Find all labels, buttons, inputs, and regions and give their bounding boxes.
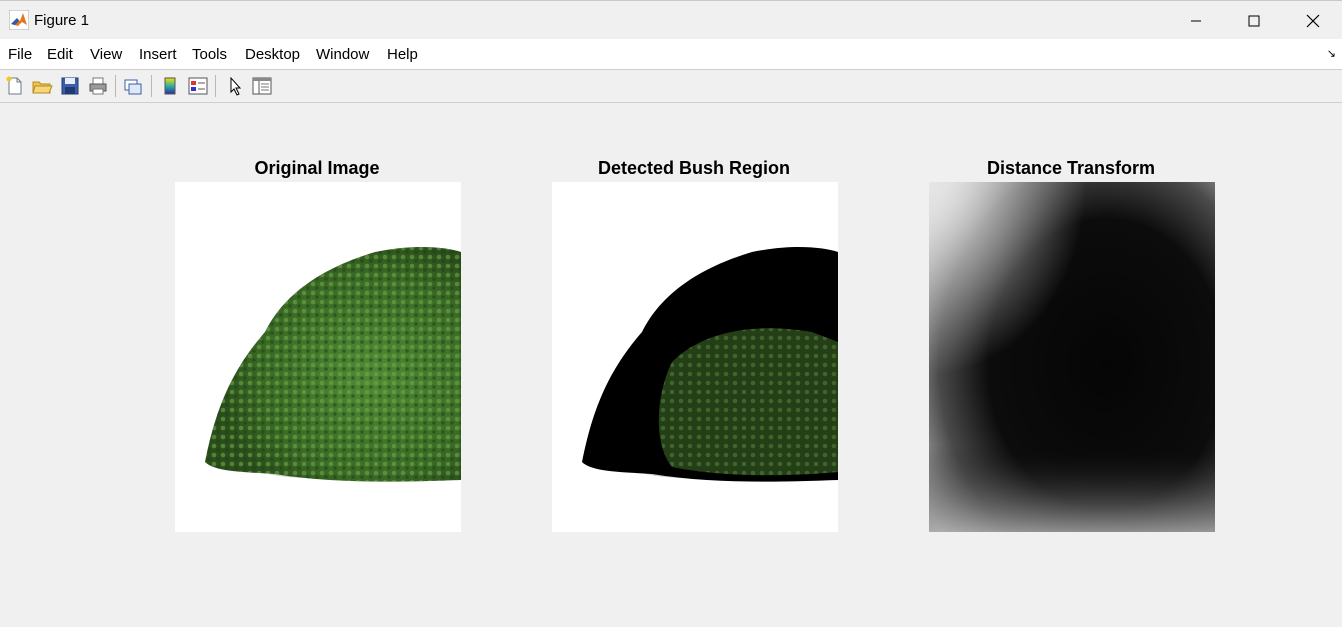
minimize-icon xyxy=(1191,20,1201,21)
axes-title-original: Original Image xyxy=(254,158,380,178)
axes-title-distance: Distance Transform xyxy=(986,158,1156,178)
original-image xyxy=(175,182,461,532)
dock-figure-icon[interactable]: ↘ xyxy=(1327,47,1336,60)
menu-help[interactable]: Help xyxy=(387,46,418,63)
toolbar-separator xyxy=(115,75,116,97)
property-inspector-icon[interactable] xyxy=(251,75,273,97)
menu-bar: File Edit View Insert Tools Desktop Wind… xyxy=(0,39,1342,70)
insert-legend-icon[interactable] xyxy=(187,75,209,97)
insert-colorbar-icon[interactable] xyxy=(159,75,181,97)
menu-view[interactable]: View xyxy=(90,46,122,63)
close-icon xyxy=(1306,14,1320,27)
menu-window[interactable]: Window xyxy=(316,46,369,63)
toolbar-separator xyxy=(151,75,152,97)
print-icon[interactable] xyxy=(87,75,109,97)
menu-edit[interactable]: Edit xyxy=(47,46,73,63)
menu-insert[interactable]: Insert xyxy=(139,46,177,63)
figure-toolbar xyxy=(0,70,1342,103)
menu-tools[interactable]: Tools xyxy=(192,46,227,63)
detected-bush-image xyxy=(552,182,838,532)
menu-file[interactable]: File xyxy=(8,46,32,63)
link-plot-icon[interactable] xyxy=(122,75,144,97)
matlab-logo-icon xyxy=(9,10,29,30)
edit-plot-icon[interactable] xyxy=(225,75,247,97)
new-figure-icon[interactable] xyxy=(4,75,26,97)
toolbar-separator xyxy=(215,75,216,97)
axes-title-detected: Detected Bush Region xyxy=(597,158,791,178)
figure-canvas: Original Image Detected Bush Region Dist… xyxy=(0,103,1342,627)
minimize-button[interactable] xyxy=(1167,1,1225,40)
distance-transform-image xyxy=(929,182,1215,532)
window-title: Figure 1 xyxy=(34,12,90,29)
maximize-button[interactable] xyxy=(1225,1,1283,40)
window-titlebar: Figure 1 xyxy=(0,0,1342,39)
close-button[interactable] xyxy=(1284,1,1342,40)
save-icon[interactable] xyxy=(59,75,81,97)
maximize-icon xyxy=(1248,15,1260,26)
open-file-icon[interactable] xyxy=(31,75,53,97)
menu-desktop[interactable]: Desktop xyxy=(245,46,300,63)
